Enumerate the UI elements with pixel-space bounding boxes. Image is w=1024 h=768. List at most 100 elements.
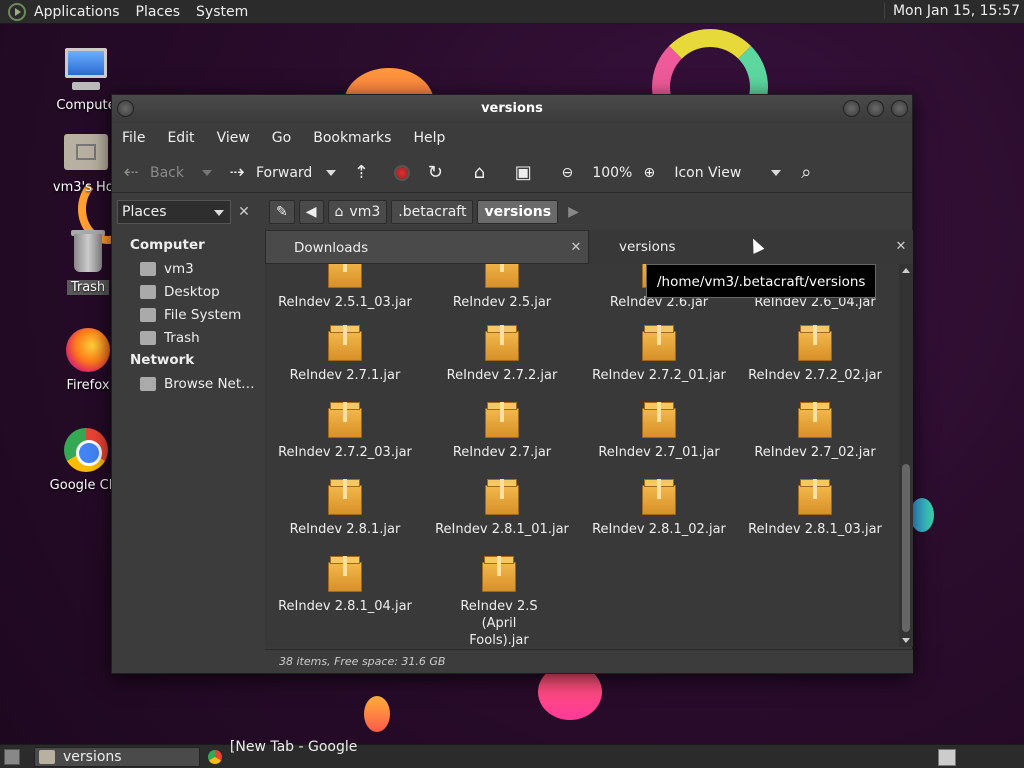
home-button[interactable]: ⌂ xyxy=(468,162,498,184)
menu-bookmarks[interactable]: Bookmarks xyxy=(313,130,391,146)
java-archive-icon xyxy=(485,479,519,515)
menu-view[interactable]: View xyxy=(217,130,250,146)
java-archive-icon xyxy=(642,325,676,361)
zoom-in-button[interactable]: ⊕ xyxy=(638,162,668,184)
computer-button[interactable]: ▣ xyxy=(512,162,542,184)
taskbar-item-chrome[interactable]: [New Tab - Google ... xyxy=(204,739,374,768)
file-name: ReIndev 2.7_02.jar xyxy=(754,445,876,460)
file-item[interactable]: ReIndev 2.S (April Fools).jar xyxy=(424,556,574,647)
view-mode-select[interactable]: Icon View xyxy=(674,165,782,181)
sidebar-item-label: Trash xyxy=(164,329,200,346)
menu-help[interactable]: Help xyxy=(413,130,445,146)
view-mode-chevron-icon xyxy=(771,169,782,176)
forward-button[interactable]: ⇢ Forward xyxy=(226,162,337,184)
file-name: ReIndev 2.7.2_03.jar xyxy=(278,445,412,460)
location-edit-button[interactable]: ✎ xyxy=(269,200,295,224)
sidebar-item-filesystem[interactable]: File System xyxy=(114,303,262,326)
menu-file[interactable]: File xyxy=(122,130,145,146)
file-item[interactable]: ReIndev 2.7.2_03.jar xyxy=(267,402,423,461)
sidebar-heading-network: Network xyxy=(130,352,195,368)
file-item[interactable]: ReIndev 2.7.1.jar xyxy=(267,325,423,384)
file-name: ReIndev 2.8.1_01.jar xyxy=(435,522,569,537)
file-name: ReIndev 2.5.jar xyxy=(452,295,552,310)
file-item[interactable]: ReIndev 2.8.1_03.jar xyxy=(737,479,893,538)
window-titlebar[interactable]: versions xyxy=(112,95,912,123)
up-arrow-icon: ⇡ xyxy=(353,162,369,183)
taskbar-label: versions xyxy=(63,749,122,765)
java-archive-icon xyxy=(798,325,832,361)
reload-button[interactable]: ↻ xyxy=(424,162,454,184)
taskbar-item-versions[interactable]: versions xyxy=(34,747,200,767)
file-name: ReIndev 2.7.jar xyxy=(452,445,552,460)
file-item[interactable]: ReIndev 2.7.2_02.jar xyxy=(737,325,893,384)
sidebar-places-select[interactable]: Places xyxy=(117,200,231,224)
home-icon: ⌂ xyxy=(473,162,486,183)
close-tab-icon[interactable]: ✕ xyxy=(893,230,909,264)
home-folder-icon xyxy=(140,261,156,276)
breadcrumb-betacraft[interactable]: .betacraft xyxy=(391,200,474,224)
filesystem-icon xyxy=(140,307,156,322)
workspace-switcher[interactable] xyxy=(938,749,956,766)
zoom-level: 100% xyxy=(592,164,633,181)
breadcrumb-forward-arrow-icon[interactable]: ▶ xyxy=(562,200,585,224)
places-menu[interactable]: Places xyxy=(136,4,181,20)
scrollbar-thumb[interactable] xyxy=(902,464,910,632)
close-tab-icon[interactable]: ✕ xyxy=(568,231,584,265)
file-item[interactable]: ReIndev 2.7_01.jar xyxy=(581,402,737,461)
java-archive-icon xyxy=(328,479,362,515)
menu-go[interactable]: Go xyxy=(272,130,291,146)
sidebar-item-desktop[interactable]: Desktop xyxy=(114,280,262,303)
trash-icon xyxy=(140,330,156,345)
zoom-out-button[interactable]: ⊖ xyxy=(556,162,586,184)
scroll-up-icon[interactable] xyxy=(902,268,910,273)
scroll-down-icon[interactable] xyxy=(902,638,910,643)
search-button[interactable]: ⌕ xyxy=(795,162,825,184)
file-item[interactable]: ReIndev 2.7_02.jar xyxy=(737,402,893,461)
sidebar-item-trash[interactable]: Trash xyxy=(114,326,262,349)
file-name: ReIndev 2.8.1_03.jar xyxy=(748,522,882,537)
file-item[interactable]: ReIndev 2.5.1_03.jar xyxy=(267,264,423,311)
menu-edit[interactable]: Edit xyxy=(167,130,194,146)
forward-history-chevron-icon[interactable] xyxy=(326,169,337,176)
close-button[interactable] xyxy=(891,100,908,117)
back-button[interactable]: ⇠ Back xyxy=(120,162,212,184)
breadcrumb-vm3[interactable]: ⌂ vm3 xyxy=(327,200,388,224)
file-item[interactable]: ReIndev 2.8.1.jar xyxy=(267,479,423,538)
file-icon-view[interactable]: ReIndev 2.5.1_03.jar ReIndev 2.5.jar ReI… xyxy=(265,264,899,647)
vertical-scrollbar[interactable] xyxy=(899,264,913,647)
breadcrumb-back-arrow-icon[interactable]: ◀ xyxy=(298,200,324,224)
system-menu[interactable]: System xyxy=(196,4,248,20)
file-item[interactable]: ReIndev 2.7.jar xyxy=(424,402,580,461)
forward-label: Forward xyxy=(256,164,313,181)
tab-label: versions xyxy=(619,239,676,255)
file-item[interactable]: ReIndev 2.8.1_01.jar xyxy=(424,479,580,538)
minimize-button[interactable] xyxy=(843,100,860,117)
forward-arrow-icon: ⇢ xyxy=(229,162,245,183)
clock[interactable]: Mon Jan 15, 15:57 xyxy=(883,3,1020,19)
file-item[interactable]: ReIndev 2.8.1_04.jar xyxy=(267,556,423,615)
file-item[interactable]: ReIndev 2.7.2_01.jar xyxy=(581,325,737,384)
file-name: ReIndev 2.7.2.jar xyxy=(446,368,558,383)
top-panel: Applications Places System Mon Jan 15, 1… xyxy=(0,0,1024,24)
tab-downloads[interactable]: Downloads ✕ xyxy=(265,230,589,264)
breadcrumb-label: vm3 xyxy=(349,204,381,220)
distro-logo-icon[interactable] xyxy=(8,2,26,21)
sidebar-item-browse-network[interactable]: Browse Net… xyxy=(114,372,262,395)
java-archive-icon xyxy=(485,402,519,438)
sidebar-close-button[interactable]: ✕ xyxy=(234,202,254,222)
back-history-chevron-icon[interactable] xyxy=(202,169,212,176)
window-menu-button[interactable] xyxy=(117,100,134,117)
stop-button[interactable] xyxy=(394,164,411,181)
firefox-icon xyxy=(64,326,112,374)
home-icon: ⌂ xyxy=(334,204,344,220)
file-item[interactable]: ReIndev 2.8.1_02.jar xyxy=(581,479,737,538)
show-desktop-button[interactable] xyxy=(4,749,20,765)
applications-menu[interactable]: Applications xyxy=(34,4,120,20)
file-item[interactable]: ReIndev 2.5.jar xyxy=(424,264,580,311)
maximize-button[interactable] xyxy=(867,100,884,117)
stop-icon xyxy=(394,164,411,181)
up-button[interactable]: ⇡ xyxy=(350,162,380,184)
file-item[interactable]: ReIndev 2.7.2.jar xyxy=(424,325,580,384)
sidebar-item-vm3[interactable]: vm3 xyxy=(114,257,262,280)
breadcrumb-versions[interactable]: versions xyxy=(477,200,559,224)
